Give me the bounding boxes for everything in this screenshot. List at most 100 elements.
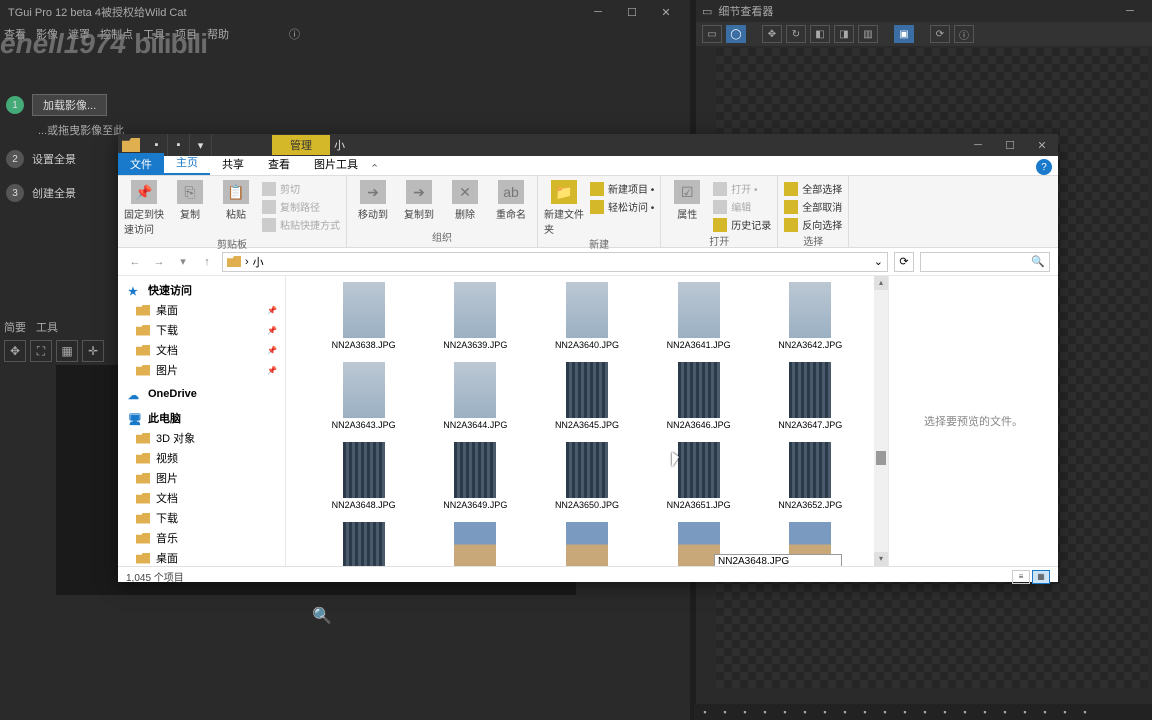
nav-pictures[interactable]: 图片📌 [118,360,285,380]
explorer-minimize-button[interactable]: ─ [962,135,994,155]
refresh-button[interactable]: ⟳ [894,252,914,272]
task-icon[interactable]: ▪ [756,706,774,719]
nav-pictures-2[interactable]: 图片 [118,468,285,488]
select-none-button[interactable]: 全部取消 [784,198,842,215]
file-item[interactable]: NN2A3640.JPG [551,282,623,362]
file-item[interactable]: NN2A3642.JPG [774,282,846,362]
file-item[interactable]: NN2A3644.JPG [439,362,511,442]
menu-help[interactable]: 帮助 [207,26,229,42]
copy-button[interactable]: ⎘复制 [170,180,210,221]
dview-layout2-icon[interactable]: ◨ [834,25,854,43]
tab-share[interactable]: 共享 [210,153,256,175]
task-icon[interactable]: ▪ [956,706,974,719]
nav-documents[interactable]: 文档📌 [118,340,285,360]
dview-rotate-icon[interactable]: ↻ [786,25,806,43]
task-icon[interactable]: ▪ [856,706,874,719]
select-all-button[interactable]: 全部选择 [784,180,842,197]
explorer-close-button[interactable]: ✕ [1026,135,1058,155]
paste-button[interactable]: 📋粘贴 [216,180,256,221]
new-folder-button[interactable]: 📁新建文件夹 [544,180,584,236]
nav-videos[interactable]: 视频 [118,448,285,468]
file-item[interactable] [551,522,623,566]
taskbar[interactable]: ▪▪ ▪▪ ▪▪ ▪▪ ▪▪ ▪▪ ▪▪ ▪▪ ▪▪ ▪▪ [694,704,1152,720]
scroll-down-icon[interactable]: ▾ [874,552,888,566]
invert-selection-button[interactable]: 反向选择 [784,216,842,233]
tool-fit-icon[interactable]: ⛶ [30,340,52,362]
tab-home[interactable]: 主页 [164,151,210,175]
task-icon[interactable]: ▪ [716,706,734,719]
task-icon[interactable]: ▪ [936,706,954,719]
breadcrumb-dropdown-icon[interactable]: ⌄ [874,255,883,268]
scroll-thumb[interactable] [876,451,886,465]
tab-picture-tools[interactable]: 图片工具 [302,153,370,175]
search-box[interactable]: 🔍 [920,252,1050,272]
task-icon[interactable]: ▪ [736,706,754,719]
edit-button[interactable]: 编辑 [713,198,771,215]
scroll-up-icon[interactable]: ▴ [874,276,888,290]
cut-button[interactable]: 剪切 [262,180,340,197]
nav-documents-2[interactable]: 文档 [118,488,285,508]
file-item[interactable]: NN2A3647.JPG [774,362,846,442]
task-icon[interactable]: ▪ [776,706,794,719]
move-to-button[interactable]: ➔移动到 [353,180,393,221]
easy-access-button[interactable]: 轻松访问 • [590,198,654,215]
nav-up-icon[interactable]: ↑ [198,256,216,268]
task-icon[interactable]: ▪ [1076,706,1094,719]
nav-back-icon[interactable]: ← [126,256,144,268]
paste-shortcut-button[interactable]: 粘贴快捷方式 [262,216,340,233]
detail-minimize-button[interactable]: ─ [1114,1,1146,21]
properties-button[interactable]: ☑属性 [667,180,707,221]
view-thumbnails-button[interactable]: ▦ [1032,570,1050,584]
task-icon[interactable]: ▪ [996,706,1014,719]
nav-downloads-2[interactable]: 下载 [118,508,285,528]
dview-refresh-icon[interactable]: ⟳ [930,25,950,43]
nav-downloads[interactable]: 下载📌 [118,320,285,340]
explorer-maximize-button[interactable]: ☐ [994,135,1026,155]
file-item[interactable] [439,522,511,566]
detail-titlebar[interactable]: ▭ 细节查看器 ─ [696,0,1152,22]
help-icon[interactable]: ? [1036,159,1052,175]
file-item[interactable]: NN2A3646.JPG [663,362,735,442]
file-item[interactable]: NN2A3648.JPG [328,442,400,522]
task-icon[interactable]: ▪ [896,706,914,719]
tab-view[interactable]: 查看 [256,153,302,175]
ribbon-collapse-icon[interactable]: ⌃ [370,162,379,175]
task-icon[interactable]: ▪ [836,706,854,719]
magnifier-icon[interactable]: 🔍 [312,606,332,626]
new-item-button[interactable]: 新建项目 • [590,180,654,197]
tab-tools[interactable]: 工具 [36,319,58,335]
nav-this-pc[interactable]: 🖥此电脑 [118,408,285,428]
info-icon[interactable]: ⓘ [289,26,300,42]
copy-to-button[interactable]: ➔复制到 [399,180,439,221]
task-icon[interactable]: ▪ [816,706,834,719]
tool-1to1-icon[interactable]: ▦ [56,340,78,362]
nav-quick-access[interactable]: ★快速访问 [118,280,285,300]
view-details-button[interactable]: ≡ [1012,570,1030,584]
task-icon[interactable]: ▪ [976,706,994,719]
file-item[interactable] [328,522,400,566]
task-icon[interactable]: ▪ [1016,706,1034,719]
rename-button[interactable]: ab重命名 [491,180,531,221]
ptgui-titlebar[interactable]: TGui Pro 12 beta 4被授权给Wild Cat ─ ☐ ✕ [0,0,690,24]
minimize-button[interactable]: ─ [582,2,614,22]
breadcrumb-current[interactable]: 小 [253,254,264,270]
file-grid[interactable]: NN2A3638.JPGNN2A3639.JPGNN2A3640.JPGNN2A… [286,276,888,566]
nav-music[interactable]: 音乐 [118,528,285,548]
file-item[interactable]: NN2A3638.JPG [328,282,400,362]
task-icon[interactable]: ▪ [1056,706,1074,719]
nav-desktop-2[interactable]: 桌面 [118,548,285,566]
context-tab-manage[interactable]: 管理 [272,135,330,155]
file-item[interactable]: NN2A3641.JPG [663,282,735,362]
delete-button[interactable]: ✕删除 [445,180,485,221]
file-item[interactable]: NN2A3650.JPG [551,442,623,522]
open-button[interactable]: 打开 • [713,180,771,197]
file-item[interactable]: NN2A3645.JPG [551,362,623,442]
file-item[interactable]: NN2A3649.JPG [439,442,511,522]
nav-forward-icon[interactable]: → [150,256,168,268]
dview-layout3-icon[interactable]: ▥ [858,25,878,43]
close-button[interactable]: ✕ [650,2,682,22]
task-icon[interactable]: ▪ [796,706,814,719]
task-icon[interactable]: ▪ [696,706,714,719]
dview-circle-icon[interactable]: ◯ [726,25,746,43]
nav-desktop[interactable]: 桌面📌 [118,300,285,320]
